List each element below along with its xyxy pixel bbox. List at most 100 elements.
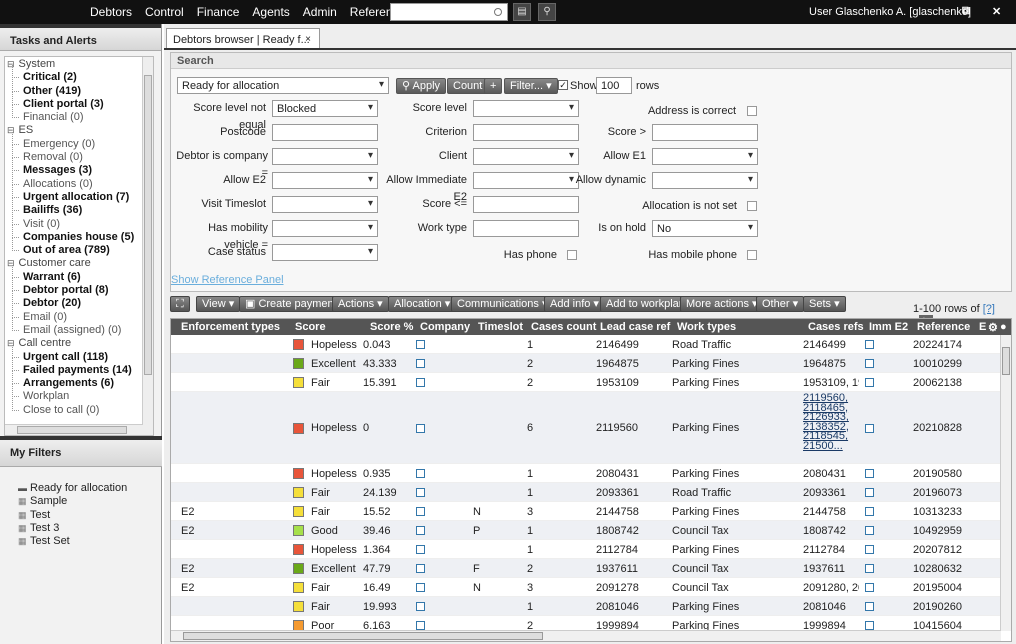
- task-group[interactable]: ES: [7, 124, 143, 137]
- task-item[interactable]: Critical (2): [7, 65, 143, 84]
- col-work-types[interactable]: Work types: [677, 321, 736, 333]
- company-checkbox[interactable]: [416, 583, 425, 592]
- task-item[interactable]: Warrant (6): [7, 264, 143, 284]
- imm-e2-checkbox[interactable]: [865, 564, 874, 573]
- table-row[interactable]: Hopeless 1.364 1 2112784 Parking Fines 211278…: [171, 540, 1001, 559]
- tasks-scrollbar[interactable]: [142, 57, 153, 435]
- col-cases-refs[interactable]: Cases refs: [808, 321, 864, 333]
- col-imm-e2[interactable]: Imm E2: [869, 321, 908, 333]
- clear-icon[interactable]: [494, 8, 502, 16]
- has-mobile-checkbox[interactable]: [747, 250, 757, 260]
- search-icon[interactable]: ⚲: [538, 3, 556, 21]
- task-item[interactable]: Visit (0): [7, 211, 143, 231]
- imm-e2-checkbox[interactable]: [865, 526, 874, 535]
- task-group[interactable]: System: [7, 58, 143, 71]
- allocation-button[interactable]: Allocation ▾: [388, 296, 457, 312]
- col-timeslot[interactable]: Timeslot: [478, 321, 523, 333]
- tab-close-icon[interactable]: ×: [305, 34, 311, 45]
- grid-vscrollbar[interactable]: [1000, 335, 1011, 631]
- list-icon[interactable]: ▤: [513, 3, 531, 21]
- imm-e2-checkbox[interactable]: [865, 423, 874, 433]
- add-condition-button[interactable]: +: [484, 78, 503, 94]
- col-lead-case-ref[interactable]: Lead case ref: [600, 321, 670, 333]
- imm-e2-checkbox[interactable]: [865, 507, 874, 516]
- window-icon[interactable]: ⧉: [962, 5, 970, 18]
- allow-e1-select[interactable]: [652, 148, 758, 165]
- filter-test[interactable]: Test: [8, 509, 127, 523]
- allocation-not-set-checkbox[interactable]: [747, 201, 757, 211]
- score-le-input[interactable]: [473, 196, 579, 213]
- allow-dynamic-select[interactable]: [652, 172, 758, 189]
- nav-control[interactable]: Control: [145, 5, 184, 19]
- task-item[interactable]: Removal (0): [7, 144, 143, 164]
- company-checkbox[interactable]: [416, 564, 425, 573]
- tasks-hscrollbar[interactable]: [5, 424, 143, 435]
- imm-e2-checkbox[interactable]: [865, 545, 874, 554]
- company-checkbox[interactable]: [416, 545, 425, 554]
- task-item[interactable]: Arrangements (6): [7, 370, 143, 390]
- task-item[interactable]: Email (0): [7, 304, 143, 324]
- task-item[interactable]: Companies house (5): [7, 224, 143, 244]
- company-checkbox[interactable]: [416, 602, 425, 611]
- cell-cases-refs[interactable]: 2119560, 2118465, 2126933, 2138352, 2118…: [803, 393, 859, 452]
- has-mobility-select[interactable]: [272, 220, 378, 237]
- task-item[interactable]: Bailiffs (36): [7, 198, 143, 217]
- table-row[interactable]: Hopeless 0.935 1 2080431 Parking Fines 208043…: [171, 464, 1001, 483]
- task-item[interactable]: Out of area (789): [7, 238, 143, 257]
- address-correct-checkbox[interactable]: [747, 106, 757, 116]
- add-info-button[interactable]: Add info ▾: [544, 296, 605, 312]
- table-row[interactable]: E2 Fair 15.52 N 3 2144758 Parking Fines 2144758…: [171, 502, 1001, 521]
- col-company[interactable]: Company: [420, 321, 470, 333]
- task-group[interactable]: Call centre: [7, 337, 143, 350]
- company-checkbox[interactable]: [416, 378, 425, 387]
- task-item[interactable]: Messages (3): [7, 158, 143, 177]
- settings-icon[interactable]: ⚙: [988, 321, 998, 334]
- communications-button[interactable]: Communications ▾: [451, 296, 554, 312]
- company-checkbox[interactable]: [416, 526, 425, 535]
- task-item[interactable]: Workplan: [7, 384, 143, 403]
- table-row[interactable]: Fair 24.139 1 2093361 Road Traffic 2093361 201…: [171, 483, 1001, 502]
- expand-button[interactable]: ⛶: [170, 296, 190, 312]
- count-button[interactable]: Count: [447, 78, 489, 94]
- score-level-not-equal-select[interactable]: Blocked: [272, 100, 378, 117]
- global-search-input[interactable]: [390, 3, 508, 21]
- show-reference-panel-link[interactable]: Show Reference Panel: [171, 274, 284, 286]
- company-checkbox[interactable]: [416, 340, 425, 349]
- visit-timeslot-select[interactable]: [272, 196, 378, 213]
- tab-debtors-browser[interactable]: Debtors browser | Ready f... ×: [166, 28, 320, 48]
- imm-e2-checkbox[interactable]: [865, 378, 874, 387]
- task-item[interactable]: Urgent call (118): [7, 344, 143, 364]
- pager-total-link[interactable]: [?]: [983, 303, 995, 315]
- company-checkbox[interactable]: [416, 488, 425, 497]
- nav-debtors[interactable]: Debtors: [90, 5, 132, 19]
- nav-finance[interactable]: Finance: [197, 5, 240, 19]
- task-item[interactable]: Client portal (3): [7, 91, 143, 111]
- task-item[interactable]: Emergency (0): [7, 131, 143, 151]
- company-checkbox[interactable]: [416, 469, 425, 478]
- task-item[interactable]: Debtor portal (8): [7, 277, 143, 297]
- table-row[interactable]: Fair 19.993 1 2081046 Parking Fines 2081046 20…: [171, 597, 1001, 616]
- grid-hscrollbar[interactable]: [171, 630, 1001, 641]
- imm-e2-checkbox[interactable]: [865, 583, 874, 592]
- rows-count-input[interactable]: 100: [596, 77, 632, 94]
- table-row[interactable]: E2 Good 39.46 P 1 1808742 Council Tax 1808742 10…: [171, 521, 1001, 540]
- company-checkbox[interactable]: [416, 507, 425, 516]
- table-row[interactable]: E2 Excellent 47.79 F 2 1937611 Council Tax 1937…: [171, 559, 1001, 578]
- nav-agents[interactable]: Agents: [252, 5, 289, 19]
- task-item[interactable]: Other (419): [7, 78, 143, 98]
- actions-button[interactable]: Actions ▾: [332, 296, 389, 312]
- has-phone-checkbox[interactable]: [567, 250, 577, 260]
- table-row[interactable]: E2 Fair 16.49 N 3 2091278 Council Tax 2091280, …: [171, 578, 1001, 597]
- imm-e2-checkbox[interactable]: [865, 340, 874, 349]
- score-gt-input[interactable]: [652, 124, 758, 141]
- view-button[interactable]: View ▾: [196, 296, 241, 312]
- table-row[interactable]: Hopeless 0 6 2119560 Parking Fines 2119560, 2…: [171, 392, 1001, 464]
- filter-select[interactable]: Ready for allocation: [177, 77, 389, 94]
- filter-test-3[interactable]: Test 3: [8, 522, 127, 536]
- close-icon[interactable]: ✕: [992, 5, 1001, 18]
- table-row[interactable]: Excellent 43.333 2 1964875 Parking Fines 1964…: [171, 354, 1001, 373]
- task-item[interactable]: Urgent allocation (7): [7, 184, 143, 204]
- company-checkbox[interactable]: [416, 621, 425, 630]
- task-item[interactable]: Failed payments (14): [7, 357, 143, 377]
- imm-e2-checkbox[interactable]: [865, 469, 874, 478]
